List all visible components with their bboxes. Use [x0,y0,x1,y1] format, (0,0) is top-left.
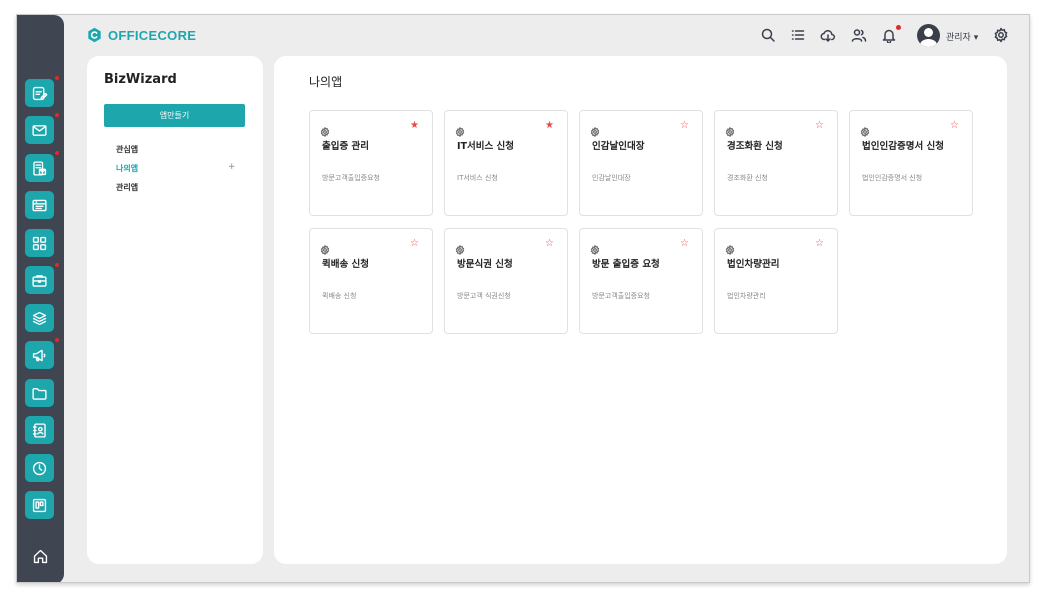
app-window: OFFICECORE 관리자 ▾ BizWizard 앱만들기 관심앱 나의앱 … [16,14,1030,583]
app-description: 경조화환 신청 [727,174,768,182]
app-card[interactable]: ★ 출입증 관리 방문고객출입증요청 [309,110,433,216]
briefcase-icon[interactable] [25,266,54,294]
gear-icon[interactable] [725,122,735,138]
favorite-star-icon[interactable]: ☆ [545,238,554,250]
sidebar-item-favorites[interactable]: 관심앱 [116,144,138,155]
add-app-button[interactable]: + [228,162,236,172]
board-icon[interactable] [25,191,54,219]
app-name: 방문 출입증 요청 [592,259,660,270]
sidebar-panel: BizWizard 앱만들기 관심앱 나의앱 + 관리앱 [87,56,263,564]
favorite-star-icon[interactable]: ☆ [680,120,689,132]
sidebar-item-managed-apps[interactable]: 관리앱 [116,182,138,193]
mail-badge [55,113,59,117]
avatar[interactable] [917,24,940,47]
edit-note-icon[interactable] [25,79,54,107]
app-description: 방문고객출입증요청 [592,292,650,300]
app-card[interactable]: ☆ 법인인감증명서 신청 법인인감증명서 신청 [849,110,973,216]
app-name: 경조화환 신청 [727,141,783,152]
create-app-button[interactable]: 앱만들기 [104,104,245,127]
brand-name: OFFICECORE [108,27,197,43]
gear-icon[interactable] [860,122,870,138]
cloud-download-icon[interactable] [820,27,836,43]
bell-icon[interactable] [881,27,897,44]
kanban-icon[interactable] [25,491,54,519]
gear-icon[interactable] [455,240,465,256]
app-name: 출입증 관리 [322,141,370,152]
gear-icon[interactable] [590,122,600,138]
icon-rail [17,15,64,582]
gear-icon[interactable] [590,240,600,256]
briefcase-badge [55,263,59,267]
app-description: 퀵배송 신청 [322,292,357,300]
app-card[interactable]: ☆ 방문식권 신청 방문고객 식권신청 [444,228,568,334]
megaphone-icon[interactable] [25,341,54,369]
favorite-star-icon[interactable]: ☆ [410,238,419,250]
folder-icon[interactable] [25,379,54,407]
gear-icon[interactable] [455,122,465,138]
search-icon[interactable] [760,27,776,43]
home-icon[interactable] [30,546,50,566]
app-name: 법인차량관리 [727,259,780,270]
app-card[interactable]: ☆ 퀵배송 신청 퀵배송 신청 [309,228,433,334]
brand-logo-icon [88,27,101,43]
brand-logo[interactable]: OFFICECORE [87,27,196,43]
app-name: 인감날인대장 [592,141,645,152]
user-menu[interactable]: 관리자 ▾ [946,30,978,43]
avatar-head [924,28,933,37]
notification-badge [896,25,901,30]
document-mail-badge [55,151,59,155]
app-description: 법인인감증명서 신청 [862,174,923,182]
favorite-star-icon[interactable]: ☆ [815,120,824,132]
app-description: IT서비스 신청 [457,174,498,182]
app-description: 인감날인대장 [592,174,631,182]
app-card[interactable]: ☆ 법인차량관리 법인차량관리 [714,228,838,334]
sidebar-item-my-apps[interactable]: 나의앱 [116,163,138,174]
app-description: 방문고객출입증요청 [322,174,380,182]
main-panel: 나의앱 ★ 출입증 관리 방문고객출입증요청 ★ IT서비스 신청 IT서비스 … [274,56,1007,564]
clock-icon[interactable] [25,454,54,482]
list-icon[interactable] [790,27,806,43]
favorite-star-icon[interactable]: ☆ [950,120,959,132]
settings-icon[interactable] [993,27,1009,43]
favorite-star-icon[interactable]: ★ [410,120,419,132]
layers-icon[interactable] [25,304,54,332]
app-name: 방문식권 신청 [457,259,513,270]
favorite-star-icon[interactable]: ☆ [680,238,689,250]
users-icon[interactable] [851,27,867,43]
app-card[interactable]: ☆ 방문 출입증 요청 방문고객출입증요청 [579,228,703,334]
favorite-star-icon[interactable]: ★ [545,120,554,132]
gear-icon[interactable] [725,240,735,256]
app-card[interactable]: ★ IT서비스 신청 IT서비스 신청 [444,110,568,216]
apps-grid-icon[interactable] [25,229,54,257]
sidebar-title: BizWizard [104,72,177,87]
favorite-star-icon[interactable]: ☆ [815,238,824,250]
megaphone-badge [55,338,59,342]
document-mail-icon[interactable] [25,154,54,182]
avatar-body [920,39,937,47]
contact-book-icon[interactable] [25,416,54,444]
app-card[interactable]: ☆ 인감날인대장 인감날인대장 [579,110,703,216]
app-name: IT서비스 신청 [457,141,515,152]
app-description: 방문고객 식권신청 [457,292,511,300]
app-name: 법인인감증명서 신청 [862,141,944,152]
edit-note-badge [55,76,59,80]
gear-icon[interactable] [320,240,330,256]
app-name: 퀵배송 신청 [322,259,370,270]
page-title: 나의앱 [309,75,343,89]
gear-icon[interactable] [320,122,330,138]
mail-icon[interactable] [25,116,54,144]
app-description: 법인차량관리 [727,292,766,300]
app-card[interactable]: ☆ 경조화환 신청 경조화환 신청 [714,110,838,216]
